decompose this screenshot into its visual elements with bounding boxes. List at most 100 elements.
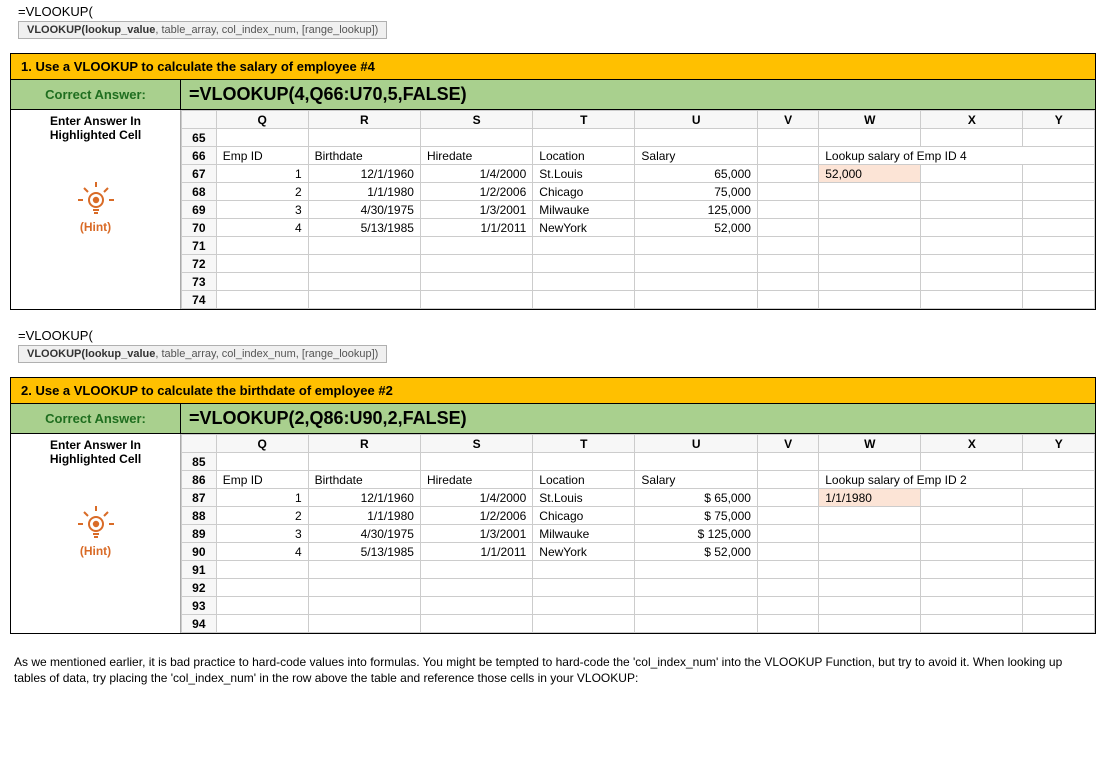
hint-label[interactable]: (Hint)	[11, 544, 180, 558]
grid-wrap-1: Enter Answer In Highlighted Cell (Hint)	[10, 110, 1096, 310]
row-89[interactable]: 89	[182, 525, 217, 543]
row-71[interactable]: 71	[182, 237, 217, 255]
cell[interactable]: 1	[216, 489, 308, 507]
col-S[interactable]: S	[420, 435, 532, 453]
cell[interactable]: 1/4/2000	[420, 165, 532, 183]
cell[interactable]: 3	[216, 525, 308, 543]
formula-bar[interactable]: =VLOOKUP(	[18, 4, 1106, 19]
cell[interactable]: 4	[216, 219, 308, 237]
row-74[interactable]: 74	[182, 291, 217, 309]
col-V[interactable]: V	[757, 435, 818, 453]
col-W[interactable]: W	[819, 435, 921, 453]
row-65[interactable]: 65	[182, 129, 217, 147]
row-73[interactable]: 73	[182, 273, 217, 291]
cell[interactable]: Chicago	[533, 183, 635, 201]
col-R[interactable]: R	[308, 435, 420, 453]
cell[interactable]: 75,000	[635, 183, 758, 201]
row-66[interactable]: 66	[182, 147, 217, 165]
cell[interactable]: 1/4/2000	[420, 489, 532, 507]
row-69[interactable]: 69	[182, 201, 217, 219]
cell[interactable]: 2	[216, 183, 308, 201]
cell[interactable]: 52,000	[635, 219, 758, 237]
cell[interactable]: NewYork	[533, 543, 635, 561]
cell[interactable]: 1/2/2006	[420, 183, 532, 201]
cell[interactable]: 1/1/1980	[308, 507, 420, 525]
cell[interactable]: Chicago	[533, 507, 635, 525]
cell[interactable]: St.Louis	[533, 489, 635, 507]
col-U[interactable]: U	[635, 435, 758, 453]
col-U[interactable]: U	[635, 111, 758, 129]
col-X[interactable]: X	[921, 435, 1023, 453]
col-Y[interactable]: Y	[1023, 111, 1095, 129]
cell[interactable]: 5/13/1985	[308, 219, 420, 237]
cell[interactable]: 12/1/1960	[308, 489, 420, 507]
result-cell-2[interactable]: 1/1/1980	[819, 489, 921, 507]
cell[interactable]: 65,000	[635, 165, 758, 183]
row-91[interactable]: 91	[182, 561, 217, 579]
row-68[interactable]: 68	[182, 183, 217, 201]
col-V[interactable]: V	[757, 111, 818, 129]
cell[interactable]: Hiredate	[420, 147, 532, 165]
cell[interactable]: 1/1/2011	[420, 219, 532, 237]
row-94[interactable]: 94	[182, 615, 217, 633]
cell[interactable]: Location	[533, 471, 635, 489]
cell[interactable]: 12/1/1960	[308, 165, 420, 183]
row-67[interactable]: 67	[182, 165, 217, 183]
col-X[interactable]: X	[921, 111, 1023, 129]
row-72[interactable]: 72	[182, 255, 217, 273]
cell[interactable]: Milwauke	[533, 525, 635, 543]
hint-label[interactable]: (Hint)	[11, 220, 180, 234]
col-T[interactable]: T	[533, 435, 635, 453]
col-Y[interactable]: Y	[1023, 435, 1095, 453]
col-S[interactable]: S	[420, 111, 532, 129]
row-86[interactable]: 86	[182, 471, 217, 489]
cell[interactable]: Birthdate	[308, 471, 420, 489]
cell[interactable]: Salary	[635, 147, 758, 165]
cell[interactable]: 1/2/2006	[420, 507, 532, 525]
cell[interactable]: 5/13/1985	[308, 543, 420, 561]
cell[interactable]: 4/30/1975	[308, 525, 420, 543]
col-Q[interactable]: Q	[216, 111, 308, 129]
cell[interactable]: 125,000	[635, 201, 758, 219]
row-85[interactable]: 85	[182, 453, 217, 471]
col-T[interactable]: T	[533, 111, 635, 129]
cell[interactable]: Hiredate	[420, 471, 532, 489]
cell[interactable]: $ 75,000	[635, 507, 758, 525]
cell[interactable]: Salary	[635, 471, 758, 489]
cell[interactable]: 1/1/1980	[308, 183, 420, 201]
spreadsheet-1[interactable]: Q R S T U V W X Y 65 66 Emp ID Birthdate…	[181, 110, 1095, 309]
row-88[interactable]: 88	[182, 507, 217, 525]
cell[interactable]: Location	[533, 147, 635, 165]
col-Q[interactable]: Q	[216, 435, 308, 453]
cell[interactable]: Emp ID	[216, 471, 308, 489]
row-87[interactable]: 87	[182, 489, 217, 507]
cell[interactable]: St.Louis	[533, 165, 635, 183]
col-R[interactable]: R	[308, 111, 420, 129]
cell[interactable]: $ 65,000	[635, 489, 758, 507]
cell[interactable]: 1/3/2001	[420, 525, 532, 543]
row-93[interactable]: 93	[182, 597, 217, 615]
cell[interactable]: 3	[216, 201, 308, 219]
spreadsheet-2[interactable]: Q R S T U V W X Y 85 86 Emp ID Birthdate…	[181, 434, 1095, 633]
row-90[interactable]: 90	[182, 543, 217, 561]
result-cell-1[interactable]: 52,000	[819, 165, 921, 183]
row-92[interactable]: 92	[182, 579, 217, 597]
cell[interactable]: Birthdate	[308, 147, 420, 165]
cell[interactable]: Emp ID	[216, 147, 308, 165]
row-70[interactable]: 70	[182, 219, 217, 237]
cell[interactable]: $ 52,000	[635, 543, 758, 561]
hint-icon[interactable]	[78, 182, 114, 218]
cell[interactable]: 2	[216, 507, 308, 525]
cell[interactable]: 1	[216, 165, 308, 183]
cell[interactable]: 4	[216, 543, 308, 561]
cell[interactable]: 4/30/1975	[308, 201, 420, 219]
cell[interactable]: $ 125,000	[635, 525, 758, 543]
cell[interactable]: Lookup salary of Emp ID 2	[819, 471, 1095, 489]
cell[interactable]: 1/3/2001	[420, 201, 532, 219]
cell[interactable]: Lookup salary of Emp ID 4	[819, 147, 1095, 165]
cell[interactable]: 1/1/2011	[420, 543, 532, 561]
col-W[interactable]: W	[819, 111, 921, 129]
cell[interactable]: NewYork	[533, 219, 635, 237]
hint-icon[interactable]	[78, 506, 114, 542]
cell[interactable]: Milwauke	[533, 201, 635, 219]
